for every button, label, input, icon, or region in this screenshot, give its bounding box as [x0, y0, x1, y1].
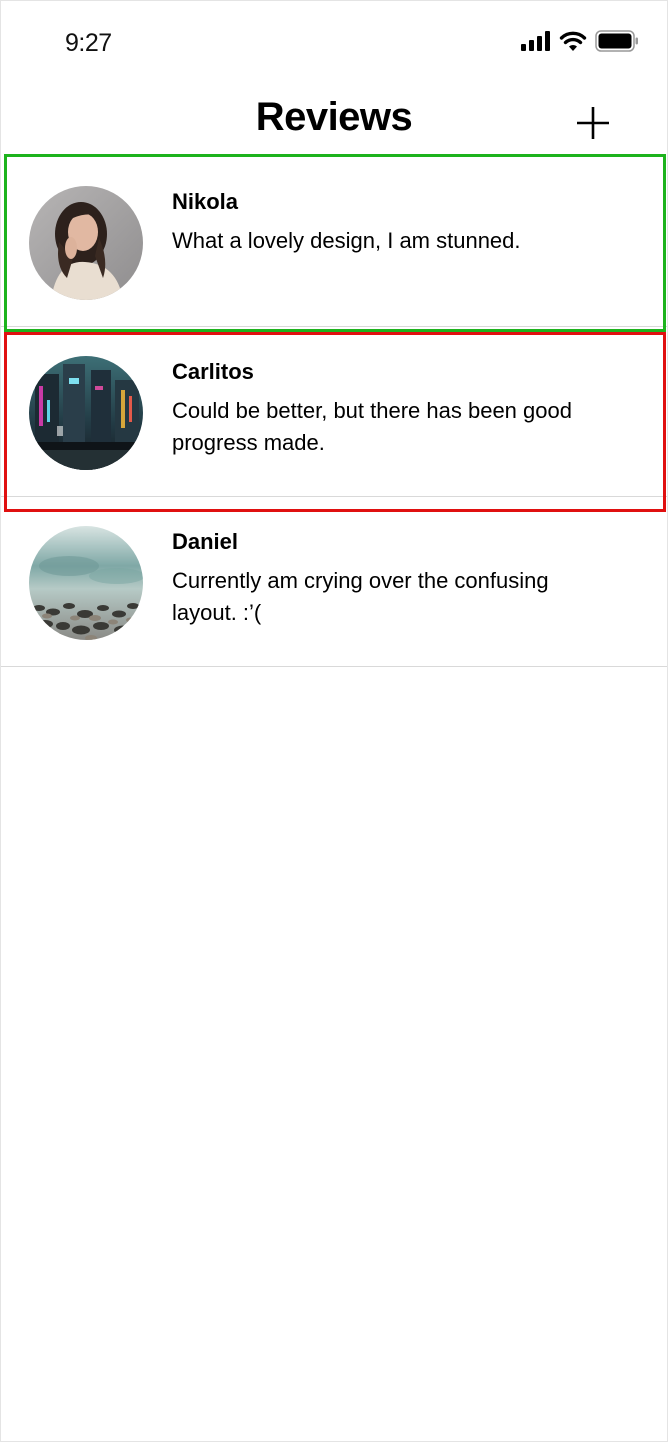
review-list: Nikola What a lovely design, I am stunne…: [1, 157, 667, 667]
avatar: [29, 526, 143, 640]
page-title: Reviews: [255, 95, 413, 139]
wifi-icon: [559, 30, 587, 57]
status-time: 9:27: [65, 29, 112, 57]
header: Reviews: [1, 87, 667, 155]
review-author: Daniel: [172, 529, 239, 554]
signal-icon: [521, 30, 551, 56]
list-item[interactable]: Carlitos Could be better, but there has …: [1, 327, 667, 497]
app-screen: 9:27 Reviews Nikola What a lovely design…: [0, 0, 668, 1442]
add-review-button[interactable]: [575, 105, 611, 141]
review-text: Currently am crying over the confusing l…: [172, 568, 549, 625]
review-text: Could be better, but there has been good…: [172, 398, 572, 455]
avatar: [29, 186, 143, 300]
avatar: [29, 356, 143, 470]
review-author: Carlitos: [172, 359, 254, 384]
status-icons: [521, 29, 639, 57]
plus-icon: [577, 107, 609, 139]
list-item[interactable]: Daniel Currently am crying over the conf…: [1, 497, 667, 667]
list-item[interactable]: Nikola What a lovely design, I am stunne…: [1, 157, 667, 327]
review-text: What a lovely design, I am stunned.: [172, 228, 521, 253]
status-bar: 9:27: [1, 1, 667, 87]
review-author: Nikola: [172, 189, 239, 214]
battery-icon: [595, 29, 639, 57]
